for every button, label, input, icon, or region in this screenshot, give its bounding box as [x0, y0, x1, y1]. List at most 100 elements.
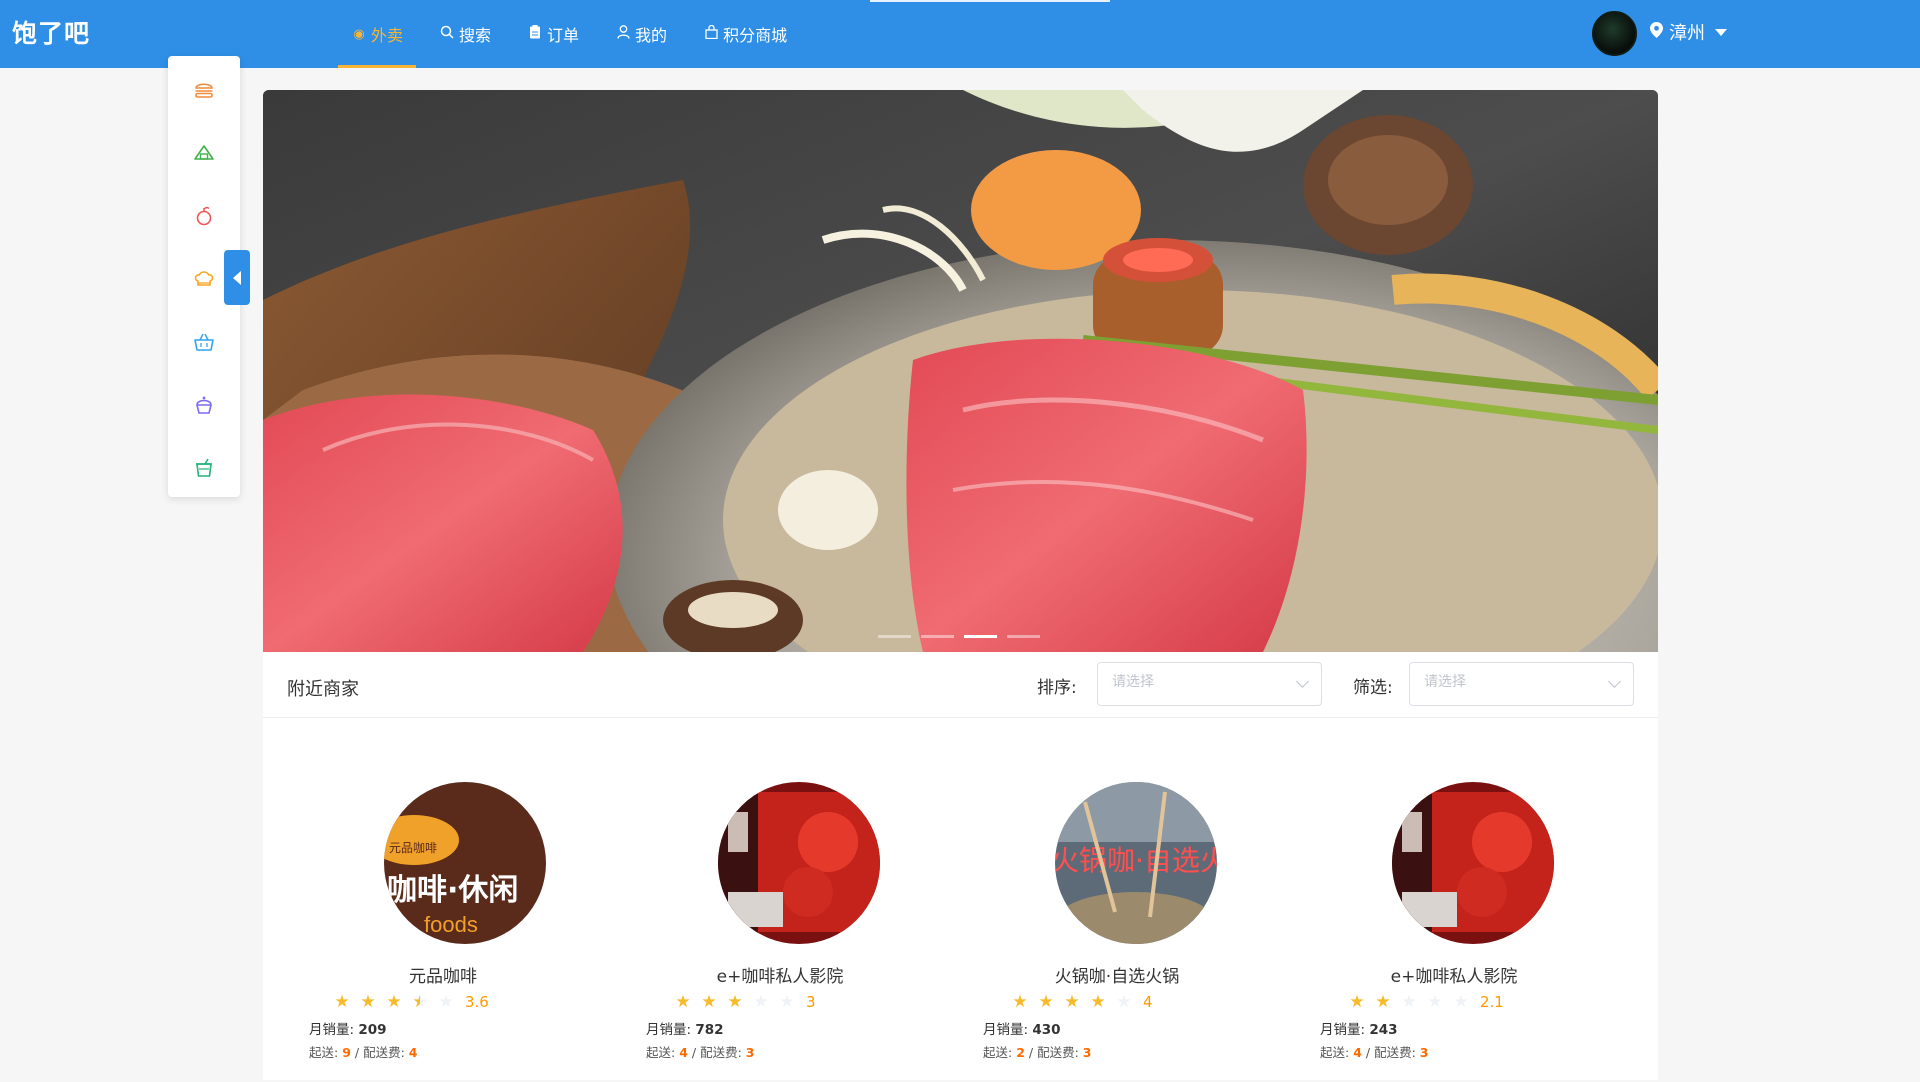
delivery-fees: 起送: 4 / 配送费: 3	[1320, 1045, 1429, 1060]
min-order-label: 起送:	[983, 1045, 1013, 1060]
nav-points-mall-label: 积分商城	[723, 26, 788, 45]
onigiri-icon	[194, 145, 214, 160]
nav-search-label: 搜索	[459, 26, 492, 45]
carousel-indicators	[878, 635, 1040, 638]
shop-name[interactable]: 元品咖啡	[263, 962, 623, 987]
shop-logo	[718, 782, 880, 944]
shop-name[interactable]: e+咖啡私人影院	[600, 962, 960, 987]
filter-select[interactable]	[1409, 662, 1634, 706]
star-empty-icon: ★	[753, 992, 769, 1012]
min-order-value: 9	[342, 1045, 351, 1060]
sales-value: 243	[1369, 1022, 1398, 1038]
monthly-sales: 月销量: 430	[983, 1018, 1061, 1038]
shop-name[interactable]: e+咖啡私人影院	[1274, 962, 1634, 987]
basket-icon	[194, 333, 214, 351]
star-icon: ★	[1090, 992, 1106, 1012]
star-empty-icon: ★	[438, 992, 454, 1012]
logo-sub-text: foods	[424, 912, 478, 937]
fee-value: 3	[745, 1045, 755, 1060]
delivery-fees: 起送: 4 / 配送费: 3	[646, 1045, 755, 1060]
shop-rating: ★ ★ ★ ★ ★ 3.6	[329, 992, 489, 1012]
sidebar-collapse-button[interactable]	[224, 250, 250, 305]
main-nav: ◉ 外卖 搜索 订单 我的 积分商城	[338, 0, 810, 68]
sort-input[interactable]	[1112, 674, 1282, 690]
delivery-fees: 起送: 2 / 配送费: 3	[983, 1045, 1092, 1060]
nearby-shops-panel: 附近商家 排序: 筛选: 元品咖啡 咖啡·休闲 foods 元品咖啡	[263, 652, 1658, 1080]
filter-input[interactable]	[1424, 674, 1594, 690]
rating-score: 4	[1143, 993, 1153, 1011]
hero-carousel[interactable]	[263, 90, 1658, 652]
shop-card[interactable]: e+咖啡私人影院 ★ ★ ★ ★ ★ 2.1 月销量: 243 起送: 4 / …	[1274, 782, 1611, 1082]
nav-orders[interactable]: 订单	[514, 0, 592, 68]
chevron-down-icon	[1715, 28, 1727, 36]
category-basket[interactable]	[168, 322, 240, 362]
logo-main-text: 咖啡·休闲	[387, 873, 518, 908]
star-empty-icon: ★	[779, 992, 795, 1012]
star-icon: ★	[360, 992, 376, 1012]
logo-mark-text: 元品咖啡	[389, 840, 437, 855]
nav-orders-label: 订单	[547, 26, 580, 45]
shop-bag-icon	[703, 24, 719, 43]
nav-mine-label: 我的	[635, 26, 668, 45]
nav-points-mall[interactable]: 积分商城	[690, 0, 800, 68]
compass-icon: ◉	[353, 26, 365, 42]
shop-rating: ★ ★ ★ ★ ★ 2.1	[1344, 992, 1503, 1012]
fee-value: 3	[1419, 1045, 1429, 1060]
star-icon: ★	[1375, 992, 1391, 1012]
fee-value: 3	[1082, 1045, 1092, 1060]
category-drink[interactable]	[168, 448, 240, 488]
star-icon: ★	[386, 992, 402, 1012]
sales-label: 月销量:	[646, 1022, 692, 1038]
min-order-value: 2	[1016, 1045, 1025, 1060]
filter-bar: 附近商家 排序: 筛选:	[263, 652, 1658, 718]
min-order-value: 4	[679, 1045, 688, 1060]
top-highlight-strip	[870, 0, 1110, 2]
city-name: 漳州	[1669, 23, 1705, 44]
shop-card[interactable]: 火锅咖·自选火 火锅咖·自选火锅 ★ ★ ★ ★ ★ 4 月销量: 430 起送…	[937, 782, 1274, 1082]
shop-logo: 火锅咖·自选火	[1055, 782, 1217, 944]
min-order-label: 起送:	[646, 1045, 676, 1060]
nav-mine[interactable]: 我的	[602, 0, 680, 68]
fee-label: 配送费:	[1374, 1045, 1416, 1060]
sales-value: 782	[695, 1022, 724, 1038]
shop-name[interactable]: 火锅咖·自选火锅	[937, 962, 1297, 987]
fee-label: 配送费:	[700, 1045, 742, 1060]
fee-label: 配送费:	[1037, 1045, 1079, 1060]
category-fruit[interactable]	[168, 196, 240, 236]
monthly-sales: 月销量: 782	[646, 1018, 724, 1038]
shop-rating: ★ ★ ★ ★ ★ 3	[670, 992, 815, 1012]
drink-cup-icon	[196, 458, 212, 477]
sort-select[interactable]	[1097, 662, 1322, 706]
rating-score: 3.6	[465, 993, 489, 1011]
carousel-dot-1[interactable]	[878, 635, 911, 638]
shop-card[interactable]: e+咖啡私人影院 ★ ★ ★ ★ ★ 3 月销量: 782 起送: 4 / 配送…	[600, 782, 937, 1082]
chevron-down-icon	[1608, 675, 1621, 688]
location-pin-icon	[1650, 22, 1663, 42]
sort-label: 排序:	[1037, 678, 1077, 698]
category-onigiri[interactable]	[168, 133, 240, 173]
carousel-dot-3[interactable]	[964, 635, 997, 638]
order-icon	[527, 25, 543, 43]
star-icon: ★	[1064, 992, 1080, 1012]
nav-search[interactable]: 搜索	[426, 0, 504, 68]
category-burger[interactable]	[168, 70, 240, 110]
fruit-icon	[196, 206, 212, 226]
cupcake-icon	[196, 396, 212, 414]
min-order-label: 起送:	[309, 1045, 339, 1060]
carousel-dot-2[interactable]	[921, 635, 954, 638]
category-cupcake[interactable]	[168, 385, 240, 425]
section-title: 附近商家	[287, 679, 359, 700]
star-empty-icon: ★	[1453, 992, 1469, 1012]
star-icon: ★	[1349, 992, 1365, 1012]
carousel-dot-4[interactable]	[1007, 635, 1040, 638]
burger-icon	[195, 83, 213, 98]
shop-card[interactable]: 元品咖啡 咖啡·休闲 foods 元品咖啡 ★ ★ ★ ★ ★ 3.6 月销量:…	[263, 782, 600, 1082]
app-logo[interactable]: 饱了吧	[12, 14, 90, 50]
sales-label: 月销量:	[1320, 1022, 1366, 1038]
chef-hat-icon	[194, 271, 214, 286]
user-avatar[interactable]	[1592, 11, 1637, 56]
banner-image-hotpot-beef	[263, 90, 1658, 652]
city-selector[interactable]: 漳州	[1650, 19, 1727, 45]
caret-left-icon	[233, 270, 241, 285]
nav-takeout[interactable]: ◉ 外卖	[338, 0, 417, 68]
